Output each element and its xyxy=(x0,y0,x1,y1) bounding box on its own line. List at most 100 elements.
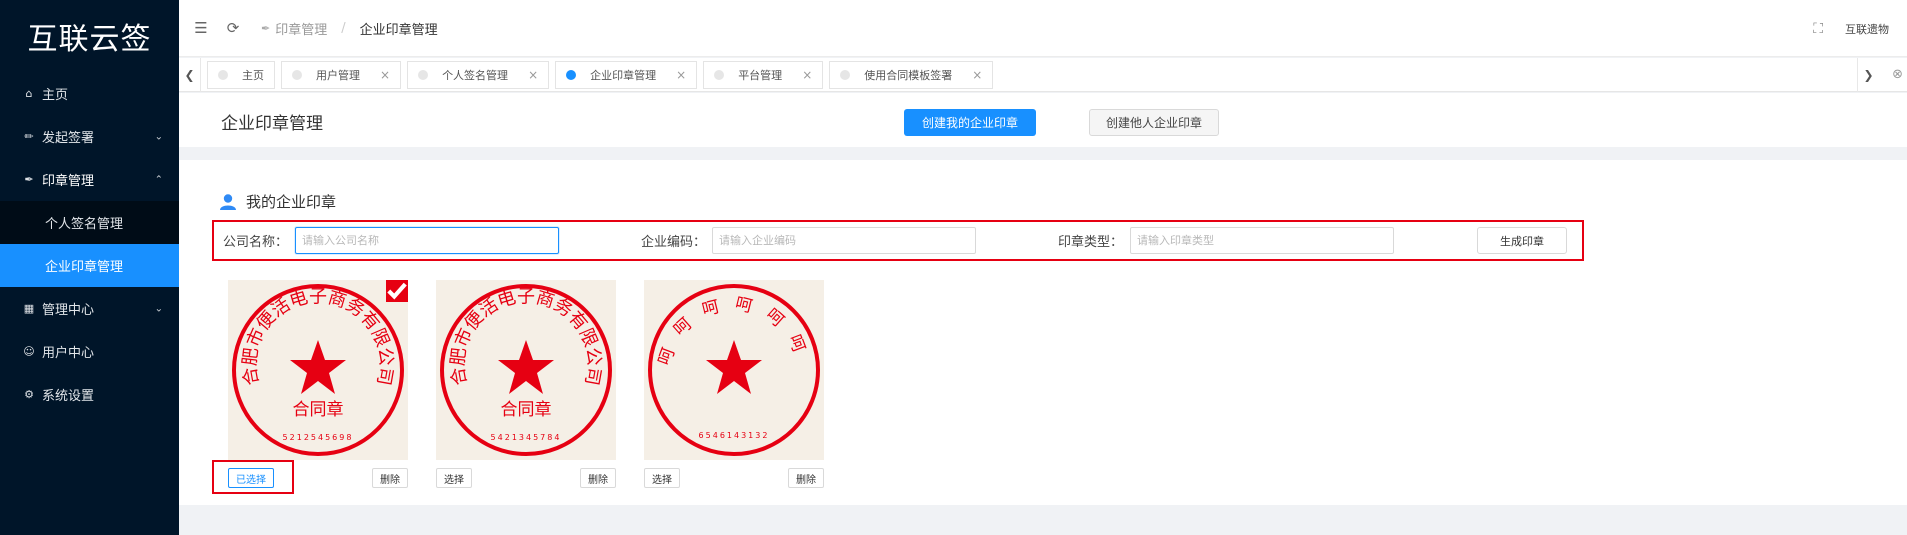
company-name-label: 公司名称： xyxy=(223,235,289,250)
seal-bottom-text: 合同章 xyxy=(293,400,344,420)
seal-code: 5421345784 xyxy=(491,433,562,442)
chevron-down-icon: ⌄ xyxy=(154,131,163,142)
breadcrumb-item-seal-management[interactable]: ✒ 印章管理 xyxy=(261,19,327,38)
generate-seal-button[interactable]: 生成印章 xyxy=(1477,227,1567,254)
seal-stamp: 呵呵呵呵呵呵 6546143132 xyxy=(648,284,820,456)
sidebar-item-system-settings[interactable]: ⚙ 系统设置 xyxy=(0,373,179,416)
seal-type-input[interactable] xyxy=(1130,227,1394,254)
star-icon xyxy=(706,340,762,394)
pen-icon: ✒ xyxy=(261,21,271,35)
delete-seal-button[interactable]: 删除 xyxy=(372,468,408,488)
sidebar-item-personal-signature[interactable]: 个人签名管理 xyxy=(0,201,179,244)
chevron-down-icon: ⌄ xyxy=(154,303,163,314)
user-icon: ☺ xyxy=(23,345,35,358)
create-my-seal-button[interactable]: 创建我的企业印章 xyxy=(904,109,1036,136)
sidebar-item-label: 个人签名管理 xyxy=(45,217,124,232)
star-icon xyxy=(290,340,346,394)
tab-scroll-left-icon[interactable]: ❮ xyxy=(179,57,201,92)
tab-scroll-right-icon[interactable]: ❯ xyxy=(1857,57,1879,92)
tab-user-management[interactable]: 用户管理 × xyxy=(281,60,402,89)
sidebar-item-user-center[interactable]: ☺ 用户中心 xyxy=(0,330,179,373)
user-icon xyxy=(220,193,236,210)
create-other-seal-button[interactable]: 创建他人企业印章 xyxy=(1089,109,1219,136)
close-icon[interactable]: × xyxy=(972,68,982,82)
tab-label: 个人签名管理 xyxy=(442,68,509,82)
tab-contract-template[interactable]: 使用合同模板签署 × xyxy=(829,60,994,89)
pen-icon: ✒ xyxy=(24,173,34,186)
tab-personal-signature[interactable]: 个人签名管理 × xyxy=(407,60,550,89)
tab-dot xyxy=(218,69,228,80)
seal-submenu: 个人签名管理 企业印章管理 xyxy=(0,201,179,287)
seal-card-panel: 我的企业印章 公司名称： 企业编码： 印章类型： 生成印章 合肥市便活电子商务有… xyxy=(179,160,1907,505)
sidebar-item-home[interactable]: ⌂ 主页 xyxy=(0,72,179,115)
tab-home[interactable]: 主页 xyxy=(207,60,275,89)
select-seal-button[interactable]: 已选择 xyxy=(228,468,274,488)
close-all-tabs-icon[interactable]: ⊗ xyxy=(1892,67,1903,82)
sidebar-item-start-sign[interactable]: ✏ 发起签署 ⌄ xyxy=(0,115,179,158)
seal-form: 公司名称： 企业编码： 印章类型： 生成印章 xyxy=(212,220,1584,261)
sidebar-item-label: 系统设置 xyxy=(42,389,95,404)
seal-item[interactable]: 合肥市便活电子商务有限公司 合同章 5421345784 选择 删除 xyxy=(436,280,616,496)
seal-stamp: 合肥市便活电子商务有限公司 合同章 5421345784 xyxy=(440,284,612,456)
tab-label: 使用合同模板签署 xyxy=(864,68,953,82)
star-icon xyxy=(498,340,554,394)
seal-actions: 选择 删除 xyxy=(436,466,616,496)
tab-platform-management[interactable]: 平台管理 × xyxy=(703,60,824,89)
close-icon[interactable]: × xyxy=(528,68,538,82)
delete-seal-button[interactable]: 删除 xyxy=(788,468,824,488)
page-header: 企业印章管理 创建我的企业印章 创建他人企业印章 xyxy=(179,93,1907,147)
delete-seal-button[interactable]: 删除 xyxy=(580,468,616,488)
close-icon[interactable]: × xyxy=(380,68,390,82)
tab-label: 用户管理 xyxy=(316,68,360,82)
sidebar-item-management-center[interactable]: ▦ 管理中心 ⌄ xyxy=(0,287,179,330)
tab-company-seal[interactable]: 企业印章管理 × xyxy=(555,60,698,89)
select-seal-button[interactable]: 选择 xyxy=(644,468,680,488)
sidebar-item-label: 印章管理 xyxy=(42,174,95,189)
seal-image[interactable]: 合肥市便活电子商务有限公司 合同章 5212545698 xyxy=(228,280,408,460)
company-name-input[interactable] xyxy=(295,227,559,254)
top-header: ☰ ⟳ ✒ 印章管理 / 企业印章管理 ⛶ 互联遗物 xyxy=(179,0,1907,57)
seal-item[interactable]: 呵呵呵呵呵呵 6546143132 选择 删除 xyxy=(644,280,824,496)
close-icon[interactable]: × xyxy=(802,68,812,82)
seal-actions: 已选择 删除 xyxy=(212,460,408,496)
chevron-up-icon: ⌃ xyxy=(154,174,163,185)
home-icon: ⌂ xyxy=(25,87,33,100)
user-name[interactable]: 互联遗物 xyxy=(1845,21,1889,37)
select-seal-button[interactable]: 选择 xyxy=(436,468,472,488)
header-right: ⛶ 互联遗物 xyxy=(1813,0,1889,57)
company-code-input[interactable] xyxy=(712,227,976,254)
seal-image[interactable]: 呵呵呵呵呵呵 6546143132 xyxy=(644,280,824,460)
selected-check-icon xyxy=(386,280,408,302)
tab-list: 主页 用户管理 × 个人签名管理 × 企业印章管理 × 平台管理 × 使用合同模… xyxy=(201,58,999,92)
seal-code: 6546143132 xyxy=(699,431,770,440)
seal-type-label: 印章类型： xyxy=(1058,235,1124,250)
seal-item[interactable]: 合肥市便活电子商务有限公司 合同章 5212545698 已选择 删除 xyxy=(212,280,408,496)
tab-label: 主页 xyxy=(242,68,264,82)
page-title: 企业印章管理 xyxy=(221,114,323,134)
tab-label: 平台管理 xyxy=(738,68,783,82)
refresh-icon[interactable]: ⟳ xyxy=(223,19,243,37)
sidebar-item-seal-management[interactable]: ✒ 印章管理 ⌃ xyxy=(0,158,179,201)
menu-toggle-icon[interactable]: ☰ xyxy=(191,19,211,37)
company-code-label: 企业编码： xyxy=(641,235,707,250)
grid-icon: ▦ xyxy=(23,302,35,315)
sidebar-item-label: 管理中心 xyxy=(42,303,95,318)
seal-bottom-text: 合同章 xyxy=(501,400,552,420)
close-icon[interactable]: × xyxy=(676,68,686,82)
breadcrumb-item-current: 企业印章管理 xyxy=(359,22,438,38)
fullscreen-icon[interactable]: ⛶ xyxy=(1813,21,1823,37)
sidebar-item-company-seal[interactable]: 企业印章管理 xyxy=(0,244,179,287)
sign-icon: ✏ xyxy=(24,130,34,143)
tab-dot xyxy=(714,69,725,80)
breadcrumb-label: 印章管理 xyxy=(275,22,328,38)
breadcrumb-separator: / xyxy=(341,20,346,36)
seal-actions: 选择 删除 xyxy=(644,466,824,496)
seal-code: 5212545698 xyxy=(283,433,354,442)
seal-image[interactable]: 合肥市便活电子商务有限公司 合同章 5421345784 xyxy=(436,280,616,460)
section-title: 我的企业印章 xyxy=(219,191,336,212)
app-logo: 互联云签 xyxy=(27,22,152,57)
tab-dot xyxy=(840,69,851,80)
sidebar-item-label: 企业印章管理 xyxy=(45,260,124,275)
gear-icon: ⚙ xyxy=(24,388,34,401)
sidebar-item-label: 用户中心 xyxy=(42,346,95,361)
